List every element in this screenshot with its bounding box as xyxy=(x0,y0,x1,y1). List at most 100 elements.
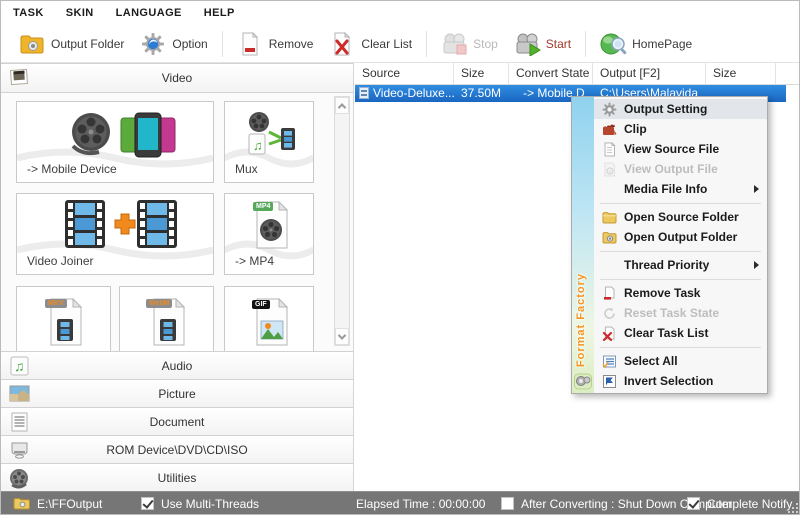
menu-item-thread-priority[interactable]: Thread Priority xyxy=(594,255,767,275)
menu-item-open-output-folder[interactable]: Open Output Folder xyxy=(594,227,767,247)
menu-item-open-source-folder[interactable]: Open Source Folder xyxy=(594,207,767,227)
menu-item-select-all[interactable]: Select All xyxy=(594,351,767,371)
context-menu-banner: Format Factory xyxy=(572,97,594,393)
card-video-joiner[interactable]: Video Joiner xyxy=(16,193,214,275)
empty-icon-slot xyxy=(602,182,617,197)
card-gif[interactable]: GIF xyxy=(224,286,314,352)
mkv-badge: MKV xyxy=(45,299,67,308)
toolbar-separator xyxy=(585,31,586,57)
menu-language[interactable]: LANGUAGE xyxy=(116,7,182,19)
category-document[interactable]: Document xyxy=(1,407,353,436)
clear-list-button[interactable]: Clear List xyxy=(321,29,420,59)
column-convert-state[interactable]: Convert State xyxy=(509,63,593,84)
menu-item-label: Thread Priority xyxy=(624,258,709,272)
output-folder-label: Output Folder xyxy=(51,37,124,51)
remove-label: Remove xyxy=(269,37,314,51)
menu-item-output-setting[interactable]: Output Setting xyxy=(594,99,767,119)
category-rom-device[interactable]: ROM Device\DVD\CD\ISO xyxy=(1,435,353,464)
menu-item-clip[interactable]: Clip xyxy=(594,119,767,139)
folder-icon xyxy=(602,210,617,225)
menu-item-label: Reset Task State xyxy=(624,306,719,320)
menu-separator xyxy=(594,247,767,255)
complete-notify-label: Complete Notify xyxy=(707,497,792,511)
menu-separator xyxy=(594,275,767,283)
output-folder-small-icon[interactable] xyxy=(13,496,31,511)
task-source-cell: Video-Deluxe... xyxy=(355,85,454,102)
submenu-arrow-icon xyxy=(754,261,759,269)
multi-threads-checkbox[interactable] xyxy=(141,497,154,510)
category-video[interactable]: Video xyxy=(1,63,353,93)
remove-button[interactable]: Remove xyxy=(229,29,322,59)
elapsed-time-label: Elapsed Time : 00:00:00 xyxy=(356,497,485,511)
menu-item-reset-task-state[interactable]: Reset Task State xyxy=(594,303,767,323)
output-path-label[interactable]: E:\FFOutput xyxy=(37,497,102,511)
output-folder-button[interactable]: Output Folder xyxy=(11,29,132,59)
homepage-button[interactable]: HomePage xyxy=(592,29,700,59)
stop-button[interactable]: Stop xyxy=(433,29,506,59)
menu-separator xyxy=(594,199,767,207)
menu-item-label: Clip xyxy=(624,122,647,136)
card-mux[interactable]: ♫ Mux xyxy=(224,101,314,183)
chevron-up-icon xyxy=(338,103,346,111)
sidebar-scrollbar[interactable] xyxy=(334,96,350,346)
mux-icon: ♫ xyxy=(243,110,299,158)
start-icon xyxy=(514,32,540,56)
card-webm[interactable]: WebM xyxy=(119,286,214,352)
menu-item-label: Output Setting xyxy=(624,102,707,116)
resize-grip[interactable] xyxy=(788,503,798,513)
column-output[interactable]: Output [F2] xyxy=(593,63,706,84)
menu-item-label: Clear Task List xyxy=(624,326,708,340)
column-source[interactable]: Source xyxy=(355,63,454,84)
column-output-size[interactable]: Size xyxy=(706,63,776,84)
document-category-icon xyxy=(8,411,32,433)
menu-item-view-source-file[interactable]: View Source File xyxy=(594,139,767,159)
audio-category-icon: ♫ xyxy=(8,355,32,377)
menu-skin[interactable]: SKIN xyxy=(66,7,94,19)
remove-task-icon xyxy=(602,286,617,301)
start-button[interactable]: Start xyxy=(506,29,579,59)
utilities-category-icon xyxy=(8,467,32,489)
document-icon xyxy=(602,142,617,157)
category-utilities[interactable]: Utilities xyxy=(1,463,353,491)
card-mp4[interactable]: MP4 -> MP4 xyxy=(224,193,314,275)
category-picture[interactable]: Picture xyxy=(1,379,353,408)
toolbar: Output Folder Option Remove Clear List xyxy=(1,25,800,63)
svg-text:e: e xyxy=(609,169,612,175)
category-audio[interactable]: ♫ Audio xyxy=(1,351,353,380)
option-button[interactable]: Option xyxy=(132,29,215,59)
column-size[interactable]: Size xyxy=(454,63,509,84)
card-mobile-device[interactable]: -> Mobile Device xyxy=(16,101,214,183)
menu-item-label: Open Source Folder xyxy=(624,210,739,224)
complete-notify-checkbox[interactable] xyxy=(687,497,700,510)
scroll-up-button[interactable] xyxy=(335,97,349,114)
shutdown-label: After Converting : Shut Down Computer xyxy=(521,497,732,511)
stop-icon xyxy=(441,32,467,56)
task-size-cell: 37.50M xyxy=(454,85,509,102)
menu-item-remove-task[interactable]: Remove Task xyxy=(594,283,767,303)
menu-help[interactable]: HELP xyxy=(204,7,235,19)
menu-item-view-output-file[interactable]: e View Output File xyxy=(594,159,767,179)
gif-badge: GIF xyxy=(252,300,270,309)
select-all-icon xyxy=(602,354,617,369)
menu-task[interactable]: TASK xyxy=(13,7,44,19)
category-label: ROM Device\DVD\CD\ISO xyxy=(106,443,247,457)
document-disabled-icon: e xyxy=(602,162,617,177)
category-label: Utilities xyxy=(158,471,197,485)
chevron-down-icon xyxy=(338,331,346,339)
card-mkv[interactable]: MKV xyxy=(16,286,111,352)
submenu-arrow-icon xyxy=(754,185,759,193)
film-reel-phones-icon xyxy=(65,108,185,160)
category-label: Audio xyxy=(162,359,193,373)
card-label: -> Mobile Device xyxy=(27,162,117,176)
menu-item-clear-task-list[interactable]: Clear Task List xyxy=(594,323,767,343)
menu-item-media-file-info[interactable]: Media File Info xyxy=(594,179,767,199)
status-bar: E:\FFOutput Use Multi-Threads Elapsed Ti… xyxy=(1,491,800,515)
scroll-down-button[interactable] xyxy=(335,328,349,345)
category-label: Document xyxy=(150,415,205,429)
shutdown-checkbox[interactable] xyxy=(501,497,514,510)
clip-icon xyxy=(602,122,617,137)
picture-category-icon xyxy=(8,383,32,405)
toolbar-separator xyxy=(426,31,427,57)
menu-item-label: View Source File xyxy=(624,142,719,156)
menu-item-invert-selection[interactable]: Invert Selection xyxy=(594,371,767,391)
